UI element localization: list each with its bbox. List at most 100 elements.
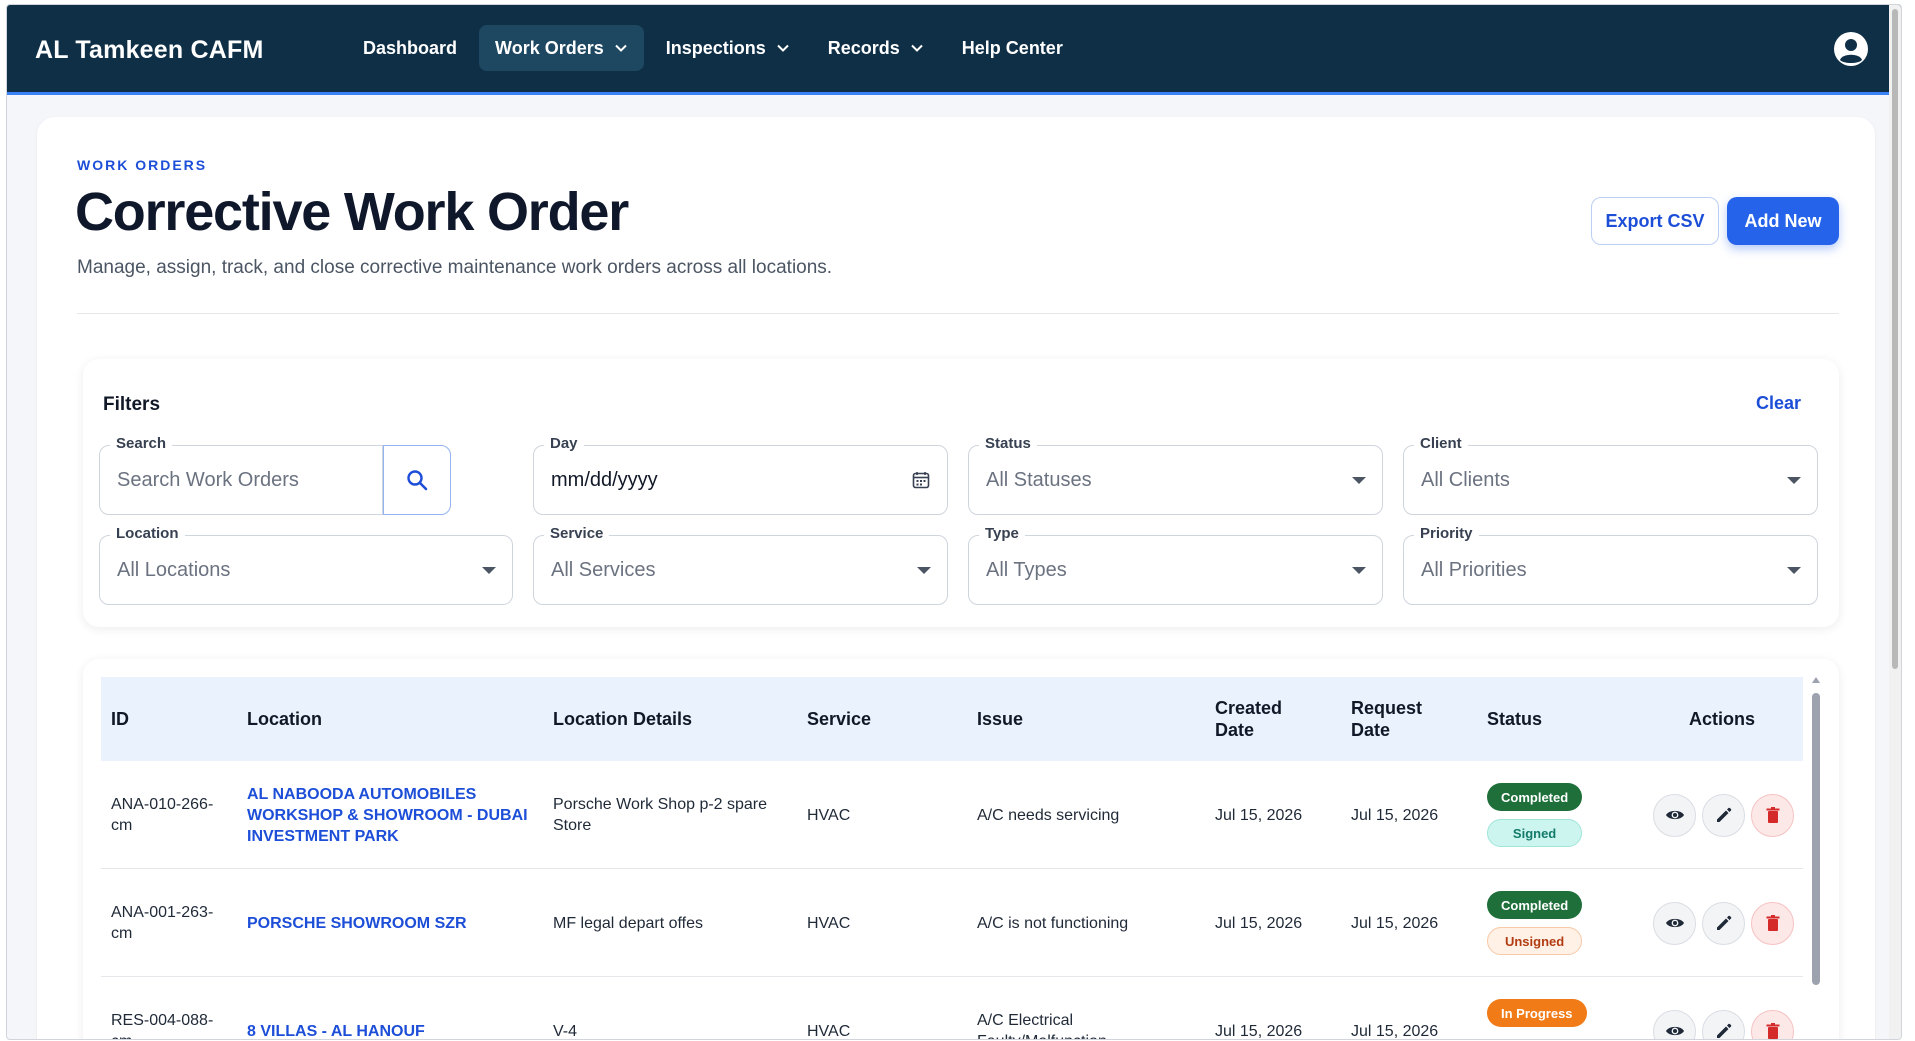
day-date-input[interactable]: Day mm/dd/yyyy bbox=[533, 435, 948, 515]
cell-service: HVAC bbox=[807, 1022, 851, 1040]
eye-icon bbox=[1665, 918, 1684, 928]
dropdown-caret-icon bbox=[1787, 567, 1801, 574]
divider bbox=[77, 313, 1839, 314]
page-scrollbar[interactable] bbox=[1889, 5, 1901, 1039]
add-new-button[interactable]: Add New bbox=[1727, 197, 1839, 245]
breadcrumb: WORK ORDERS bbox=[77, 157, 208, 173]
cell-created-date: Jul 15, 2026 bbox=[1215, 914, 1303, 932]
filters-panel: Filters Clear Search Search Work Orders … bbox=[83, 359, 1839, 627]
location-link[interactable]: 8 VILLAS - AL HANOUF bbox=[247, 1021, 425, 1040]
col-service[interactable]: Service bbox=[807, 677, 871, 761]
cell-location-details: V-4 bbox=[553, 1022, 578, 1040]
cell-service: HVAC bbox=[807, 806, 851, 824]
table-header: ID Location Location Details Service Iss… bbox=[101, 677, 1803, 761]
status-select[interactable]: Status All Statuses bbox=[968, 435, 1383, 515]
field-label: Priority bbox=[1414, 525, 1479, 542]
edit-button[interactable] bbox=[1702, 1009, 1745, 1039]
pencil-icon bbox=[1716, 807, 1731, 822]
dropdown-caret-icon bbox=[1352, 477, 1366, 484]
cell-service: HVAC bbox=[807, 914, 851, 932]
top-navbar: AL Tamkeen CAFM Dashboard Work Orders In… bbox=[7, 5, 1901, 95]
location-link[interactable]: PORSCHE SHOWROOM SZR bbox=[247, 913, 467, 934]
nav-label: Work Orders bbox=[495, 37, 604, 58]
table-row[interactable]: ANA-010-266-cm AL NABOODA AUTOMOBILES WO… bbox=[101, 761, 1803, 869]
cell-location-details: Porsche Work Shop p-2 spare Store bbox=[553, 796, 768, 834]
scrollbar-thumb[interactable] bbox=[1892, 9, 1898, 669]
trash-icon bbox=[1766, 807, 1779, 823]
nav-help-center[interactable]: Help Center bbox=[946, 25, 1079, 71]
col-issue[interactable]: Issue bbox=[977, 677, 1023, 761]
col-location[interactable]: Location bbox=[247, 677, 322, 761]
location-select[interactable]: Location All Locations bbox=[99, 525, 513, 605]
main-card: WORK ORDERS Corrective Work Order Manage… bbox=[37, 117, 1875, 1040]
clear-filters-link[interactable]: Clear bbox=[1756, 393, 1801, 414]
nav-label: Records bbox=[827, 37, 900, 58]
day-value: mm/dd/yyyy bbox=[551, 469, 658, 491]
scroll-up-arrow-icon[interactable] bbox=[1812, 677, 1820, 683]
table-row[interactable]: ANA-001-263-cm PORSCHE SHOWROOM SZR MF l… bbox=[101, 869, 1803, 977]
col-id[interactable]: ID bbox=[111, 677, 129, 761]
nav-work-orders[interactable]: Work Orders bbox=[479, 25, 644, 71]
cell-request-date: Jul 15, 2026 bbox=[1351, 806, 1439, 824]
eye-icon bbox=[1665, 1026, 1684, 1036]
scrollbar-thumb[interactable] bbox=[1812, 693, 1820, 985]
field-label: Status bbox=[979, 435, 1037, 452]
export-csv-button[interactable]: Export CSV bbox=[1591, 197, 1719, 245]
dropdown-caret-icon bbox=[482, 567, 496, 574]
signature-badge: Signed bbox=[1487, 819, 1583, 847]
search-input[interactable]: Search Search Work Orders bbox=[99, 435, 383, 515]
delete-button[interactable] bbox=[1751, 793, 1794, 837]
client-select[interactable]: Client All Clients bbox=[1403, 435, 1818, 515]
col-request-date[interactable]: Request Date bbox=[1351, 677, 1441, 761]
delete-button[interactable] bbox=[1751, 1009, 1794, 1039]
service-value: All Services bbox=[551, 559, 656, 581]
col-location-details[interactable]: Location Details bbox=[553, 677, 692, 761]
chevron-down-icon bbox=[911, 44, 923, 52]
location-link[interactable]: AL NABOODA AUTOMOBILES WORKSHOP & SHOWRO… bbox=[247, 784, 537, 847]
nav-dashboard[interactable]: Dashboard bbox=[347, 25, 473, 71]
dropdown-caret-icon bbox=[917, 567, 931, 574]
cell-location-details: MF legal depart offes bbox=[553, 914, 704, 932]
chevron-down-icon bbox=[777, 44, 789, 52]
col-created-date[interactable]: Created Date bbox=[1215, 677, 1305, 761]
edit-button[interactable] bbox=[1702, 793, 1745, 837]
delete-button[interactable] bbox=[1751, 901, 1794, 945]
col-actions: Actions bbox=[1689, 709, 1756, 729]
user-circle-icon[interactable] bbox=[1833, 31, 1869, 67]
search-button[interactable] bbox=[383, 445, 451, 515]
table-row[interactable]: RES-004-088-cm 8 VILLAS - AL HANOUF V-4 … bbox=[101, 977, 1803, 1040]
page-title: Corrective Work Order bbox=[75, 182, 629, 242]
nav-label: Inspections bbox=[665, 37, 766, 58]
status-value: All Statuses bbox=[986, 469, 1092, 491]
page-subtitle: Manage, assign, track, and close correct… bbox=[77, 257, 833, 278]
table-scrollbar[interactable] bbox=[1811, 677, 1821, 1039]
client-value: All Clients bbox=[1421, 469, 1510, 491]
work-orders-table: ID Location Location Details Service Iss… bbox=[83, 659, 1839, 1040]
trash-icon bbox=[1766, 1023, 1779, 1039]
nav-inspections[interactable]: Inspections bbox=[650, 25, 806, 71]
cell-request-date: Jul 15, 2026 bbox=[1351, 1022, 1439, 1040]
chevron-down-icon bbox=[615, 44, 627, 52]
cell-issue: A/C needs servicing bbox=[977, 806, 1120, 824]
nav-records[interactable]: Records bbox=[812, 25, 940, 71]
priority-select[interactable]: Priority All Priorities bbox=[1403, 525, 1818, 605]
pencil-icon bbox=[1716, 1023, 1731, 1038]
view-button[interactable] bbox=[1653, 901, 1696, 945]
calendar-icon[interactable] bbox=[911, 470, 931, 490]
col-status[interactable]: Status bbox=[1487, 677, 1542, 761]
type-select[interactable]: Type All Types bbox=[968, 525, 1383, 605]
field-label: Type bbox=[979, 525, 1025, 542]
service-select[interactable]: Service All Services bbox=[533, 525, 948, 605]
view-button[interactable] bbox=[1653, 1009, 1696, 1039]
search-icon bbox=[407, 470, 428, 491]
search-placeholder: Search Work Orders bbox=[117, 469, 299, 491]
signature-badge: Unsigned bbox=[1487, 927, 1583, 955]
cell-id: ANA-001-263-cm bbox=[111, 904, 214, 942]
pencil-icon bbox=[1716, 915, 1731, 930]
location-value: All Locations bbox=[117, 559, 231, 581]
edit-button[interactable] bbox=[1702, 901, 1745, 945]
view-button[interactable] bbox=[1653, 793, 1696, 837]
cell-created-date: Jul 15, 2026 bbox=[1215, 1022, 1303, 1040]
app-window: AL Tamkeen CAFM Dashboard Work Orders In… bbox=[6, 4, 1902, 1040]
cell-id: RES-004-088-cm bbox=[111, 1012, 214, 1039]
